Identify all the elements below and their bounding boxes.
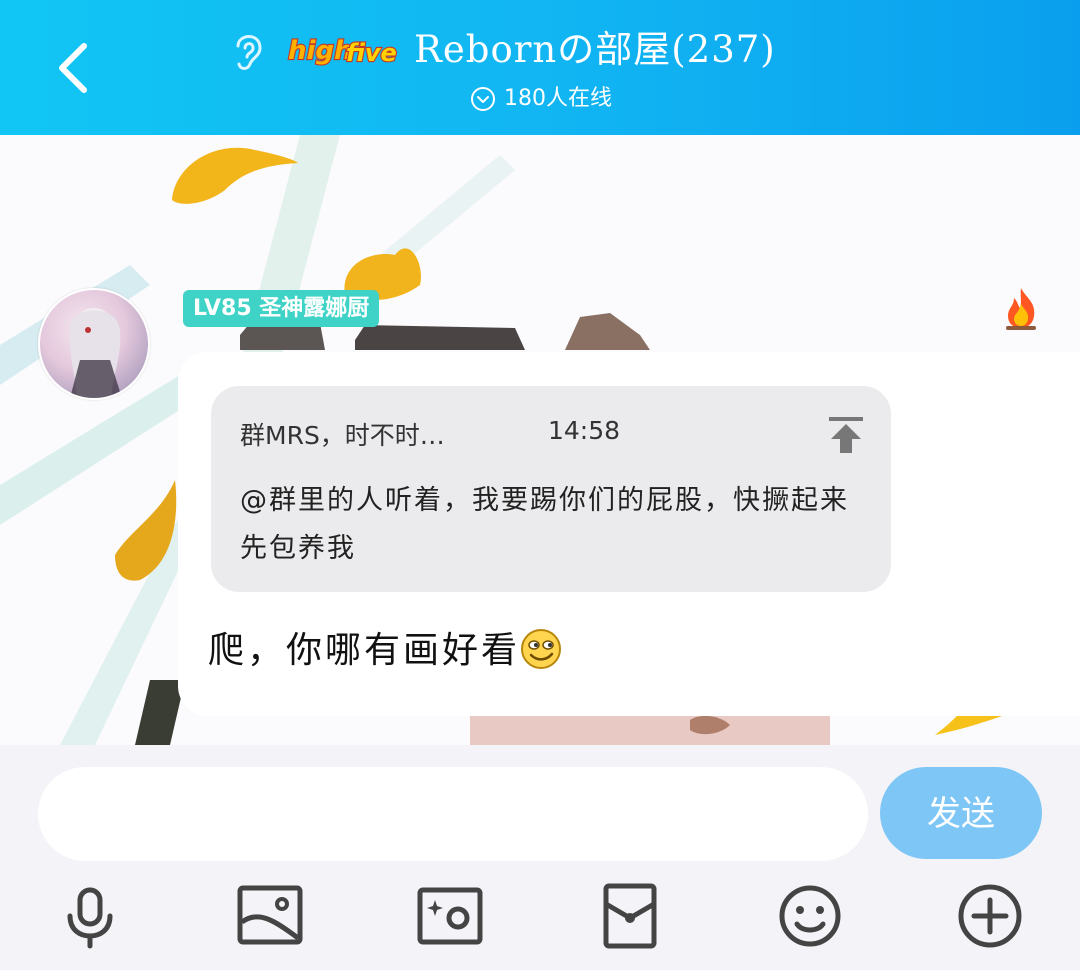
message-text: 爬，你哪有画好看	[208, 622, 562, 680]
fire-icon	[1006, 288, 1036, 330]
chat-header: high five Rebornの部屋(237) 180人在线	[0, 0, 1080, 135]
chevron-left-icon	[59, 43, 87, 93]
smirk-emoji-icon	[521, 629, 562, 669]
svg-text:five: five	[346, 39, 397, 67]
message-input[interactable]	[38, 767, 868, 861]
highfive-logo: high five	[287, 35, 398, 68]
ear-icon[interactable]	[228, 28, 268, 74]
room-title: Rebornの部屋(237)	[414, 28, 776, 71]
red-packet-icon[interactable]	[594, 880, 666, 952]
chevron-down-circle-icon	[471, 87, 495, 111]
svg-text:high: high	[288, 36, 353, 66]
back-button[interactable]	[48, 36, 108, 100]
quote-author: 群MRS，时不时…	[240, 421, 445, 450]
avatar[interactable]	[38, 288, 150, 400]
level-badge: LV85 圣神露娜厨	[183, 290, 380, 327]
quote-text: @群里的人听着，我要踢你们的屁股，快撅起来 先包养我	[240, 485, 849, 564]
online-count: 180人在线	[504, 86, 612, 111]
quote-time: 14:58	[548, 416, 621, 445]
online-status[interactable]: 180人在线	[470, 83, 612, 115]
emoji-icon[interactable]	[774, 880, 846, 952]
camera-icon[interactable]	[414, 880, 486, 952]
microphone-icon[interactable]	[54, 880, 126, 952]
image-icon[interactable]	[234, 880, 306, 952]
pin-to-top-icon[interactable]	[826, 414, 866, 456]
avatar-image	[69, 308, 122, 398]
plus-icon[interactable]	[954, 880, 1026, 952]
message-body: 爬，你哪有画好看	[208, 630, 521, 671]
send-button[interactable]: 发送	[880, 767, 1042, 859]
